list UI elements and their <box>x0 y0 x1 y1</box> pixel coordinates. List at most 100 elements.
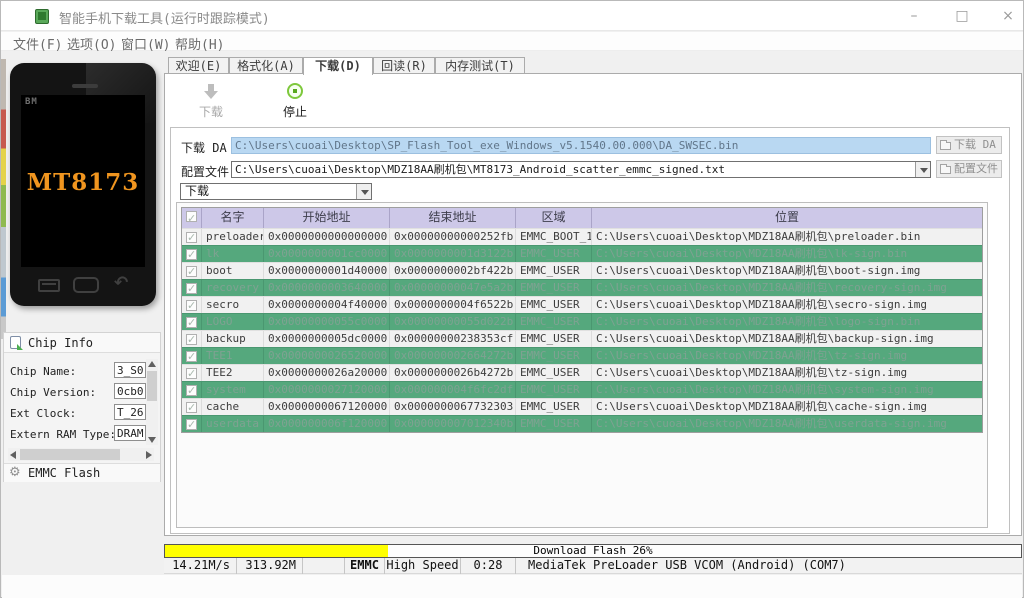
cell-region: EMMC_USER <box>516 263 592 279</box>
scatter-path-combobox[interactable]: C:\Users\cuoai\Desktop\MDZ18AA刷机包\MT8173… <box>231 161 931 178</box>
ram-type-value: DRAM <box>114 425 146 441</box>
tab-download[interactable]: 下载(D) <box>303 57 373 75</box>
table-row[interactable]: ✓ system 0x0000000027120000 0x000000004f… <box>182 381 982 398</box>
scroll-left-arrow-icon[interactable] <box>10 451 16 459</box>
table-row[interactable]: ✓ cache 0x0000000067120000 0x00000000677… <box>182 398 982 415</box>
vertical-scroll-thumb[interactable] <box>147 371 157 401</box>
horizontal-scrollbar[interactable] <box>8 448 154 461</box>
app-window: 智能手机下载工具(运行时跟踪模式) – □ × 文件(F) 选项(O) 窗口(W… <box>0 0 1024 598</box>
download-arrow-icon <box>204 84 218 100</box>
table-row[interactable]: ✓ userdata 0x000000006f120000 0x00000000… <box>182 415 982 432</box>
row-checkbox-cell: ✓ <box>182 280 202 296</box>
chip-field-version: Chip Version: 0cb0 <box>10 382 146 403</box>
row-checkbox[interactable]: ✓ <box>186 384 197 397</box>
table-row[interactable]: ✓ backup 0x0000000005dc0000 0x0000000023… <box>182 330 982 347</box>
cell-location: C:\Users\cuoai\Desktop\MDZ18AA刷机包\recove… <box>596 281 947 294</box>
header-location[interactable]: 位置 <box>592 208 982 228</box>
da-path-field[interactable]: C:\Users\cuoai\Desktop\SP_Flash_Tool_exe… <box>231 137 931 154</box>
row-checkbox[interactable]: ✓ <box>186 282 197 295</box>
table-row[interactable]: ✓ preloader 0x0000000000000000 0x0000000… <box>182 228 982 245</box>
tab-welcome[interactable]: 欢迎(E) <box>168 57 229 74</box>
row-checkbox[interactable]: ✓ <box>186 350 197 363</box>
table-row[interactable]: ✓ recovery 0x0000000003640000 0x00000000… <box>182 279 982 296</box>
header-end-address[interactable]: 结束地址 <box>390 208 516 228</box>
cell-end-address: 0x00000000000252fb <box>390 229 516 245</box>
row-checkbox[interactable]: ✓ <box>186 418 197 431</box>
cell-region: EMMC_USER <box>516 297 592 313</box>
stop-button-label: 停止 <box>282 105 307 119</box>
phone-chip-label: MT8173 <box>26 169 140 196</box>
cell-end-address: 0x0000000026b4272b <box>390 365 516 381</box>
row-checkbox[interactable]: ✓ <box>186 265 197 278</box>
table-row[interactable]: ✓ TEE2 0x0000000026a20000 0x0000000026b4… <box>182 364 982 381</box>
table-row[interactable]: ✓ lk 0x0000000001cc0000 0x0000000001d312… <box>182 245 982 262</box>
stop-icon <box>287 83 303 99</box>
close-button[interactable]: × <box>993 7 1023 25</box>
header-start-address[interactable]: 开始地址 <box>264 208 390 228</box>
select-all-checkbox[interactable]: ✓ <box>186 211 197 225</box>
minimize-button[interactable]: – <box>899 7 929 25</box>
tab-format[interactable]: 格式化(A) <box>229 57 303 74</box>
status-elapsed-time: 0:28 <box>461 558 516 574</box>
download-mode-select[interactable]: 下载 <box>180 183 372 200</box>
row-checkbox[interactable]: ✓ <box>186 316 197 329</box>
load-scatter-button[interactable]: 配置文件 <box>936 160 1002 178</box>
menu-help[interactable]: 帮助(H) <box>171 34 228 53</box>
menu-window[interactable]: 窗口(W) <box>117 34 174 53</box>
row-checkbox[interactable]: ✓ <box>186 367 197 380</box>
maximize-button[interactable]: □ <box>947 7 977 25</box>
header-region[interactable]: 区域 <box>516 208 592 228</box>
chip-field-name: Chip Name: 3_S0 <box>10 361 146 382</box>
cell-region: EMMC_USER <box>516 314 592 330</box>
chevron-down-icon[interactable] <box>915 162 930 177</box>
cell-partition-name: preloader <box>202 229 264 245</box>
load-da-button[interactable]: 下载 DA <box>936 136 1002 154</box>
chip-version-value: 0cb0 <box>114 383 146 399</box>
select-all-checkbox-cell[interactable]: ✓ <box>182 208 202 228</box>
header-name[interactable]: 名字 <box>202 208 264 228</box>
gear-icon: ⚙ <box>9 465 21 480</box>
row-checkbox[interactable]: ✓ <box>186 248 197 261</box>
menu-options[interactable]: 选项(O) <box>63 34 120 53</box>
status-empty-cell <box>303 558 345 574</box>
cell-location: C:\Users\cuoai\Desktop\MDZ18AA刷机包\lk-sig… <box>596 247 908 260</box>
menu-file[interactable]: 文件(F) <box>9 34 66 53</box>
scroll-up-arrow-icon[interactable] <box>148 361 156 367</box>
scroll-right-arrow-icon[interactable] <box>146 451 152 459</box>
row-checkbox[interactable]: ✓ <box>186 299 197 312</box>
cell-location: C:\Users\cuoai\Desktop\MDZ18AA刷机包\preloa… <box>596 230 921 243</box>
tab-memory-test[interactable]: 内存测试(T) <box>435 57 525 74</box>
cell-start-address: 0x000000006f120000 <box>264 416 390 432</box>
table-row[interactable]: ✓ LOGO 0x00000000055c0000 0x00000000055d… <box>182 313 982 330</box>
emmc-flash-header[interactable]: ⚙ EMMC Flash <box>4 463 160 482</box>
row-checkbox[interactable]: ✓ <box>186 401 197 414</box>
download-button[interactable]: 下载 <box>183 82 239 120</box>
cell-end-address: 0x00000000055d022b <box>390 314 516 330</box>
chip-info-header[interactable]: Chip Info <box>4 333 160 353</box>
cell-location: C:\Users\cuoai\Desktop\MDZ18AA刷机包\system… <box>596 383 934 396</box>
table-row[interactable]: ✓ boot 0x0000000001d40000 0x0000000002bf… <box>182 262 982 279</box>
cell-partition-name: cache <box>202 399 264 415</box>
row-checkbox[interactable]: ✓ <box>186 231 197 244</box>
horizontal-scroll-thumb[interactable] <box>20 449 120 460</box>
cell-start-address: 0x0000000026a20000 <box>264 365 390 381</box>
cell-end-address: 0x000000007012340b <box>390 416 516 432</box>
row-checkbox-cell: ✓ <box>182 382 202 398</box>
row-checkbox-cell: ✓ <box>182 297 202 313</box>
table-row[interactable]: ✓ secro 0x0000000004f40000 0x0000000004f… <box>182 296 982 313</box>
cell-region: EMMC_USER <box>516 246 592 262</box>
vertical-scrollbar[interactable] <box>146 359 158 445</box>
bottom-strip <box>2 575 1022 598</box>
cell-region: EMMC_USER <box>516 416 592 432</box>
cell-location: C:\Users\cuoai\Desktop\MDZ18AA刷机包\cache-… <box>596 400 928 413</box>
row-checkbox-cell: ✓ <box>182 365 202 381</box>
download-button-label: 下载 <box>198 105 223 119</box>
chevron-down-icon[interactable] <box>356 184 371 199</box>
cell-start-address: 0x0000000067120000 <box>264 399 390 415</box>
stop-button[interactable]: 停止 <box>267 82 323 120</box>
scroll-down-arrow-icon[interactable] <box>148 437 156 443</box>
tab-readback[interactable]: 回读(R) <box>373 57 435 74</box>
row-checkbox[interactable]: ✓ <box>186 333 197 346</box>
download-progress-bar: Download Flash 26% <box>164 544 1022 558</box>
table-row[interactable]: ✓ TEE1 0x0000000026520000 0x000000002664… <box>182 347 982 364</box>
